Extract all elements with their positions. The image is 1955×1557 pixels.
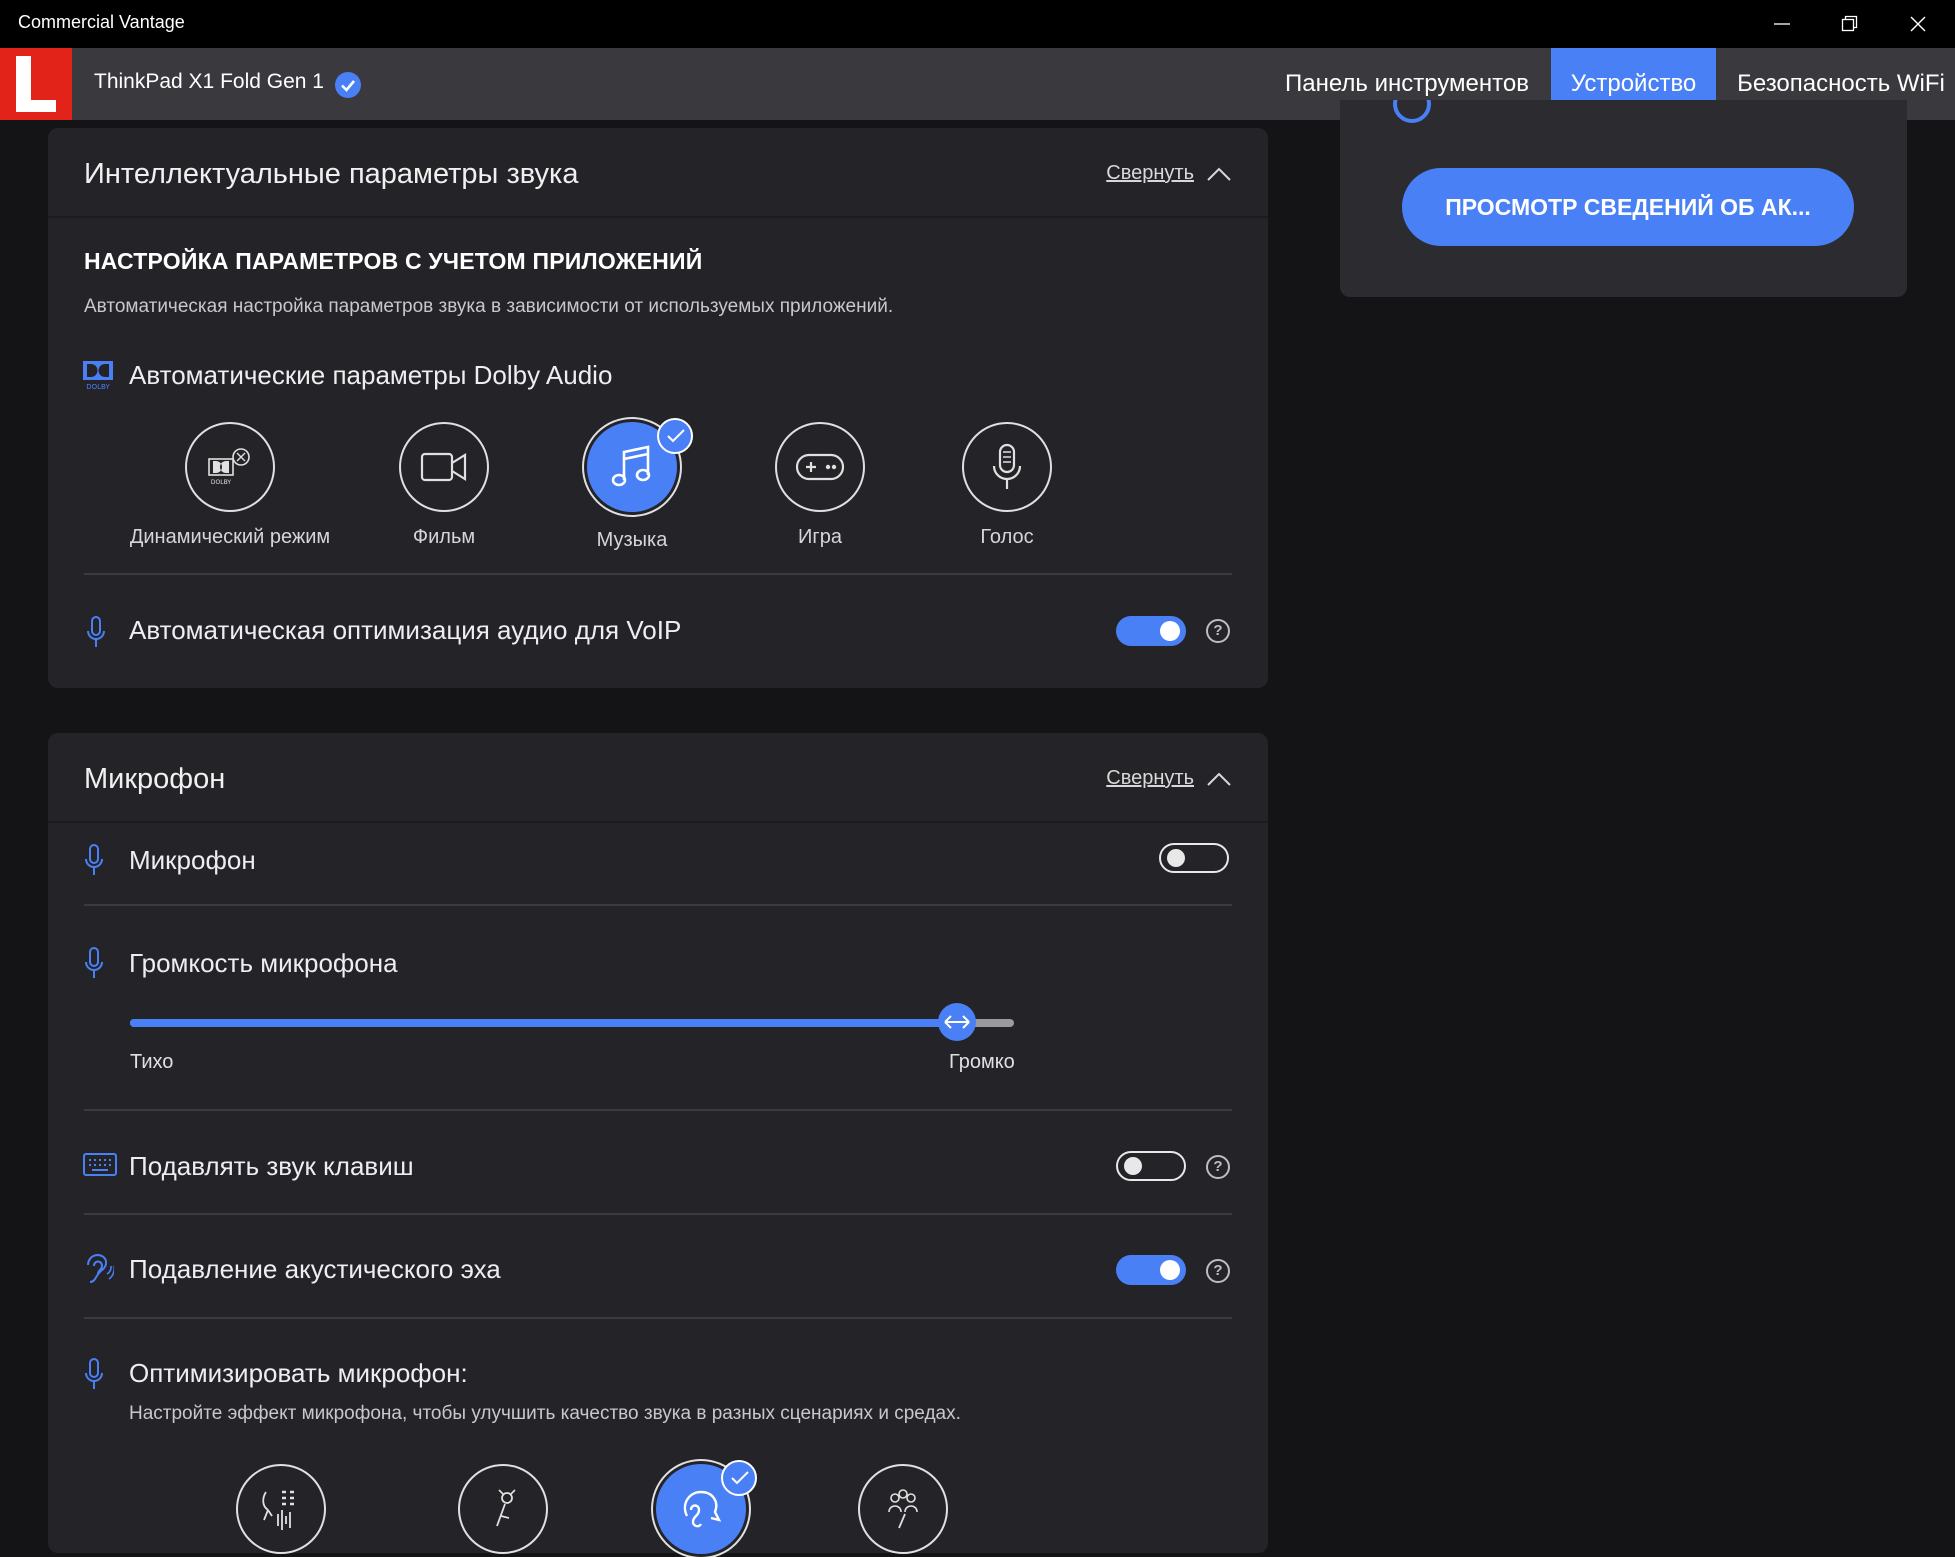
row-separator	[84, 573, 1232, 575]
mode-voice[interactable]: Голос	[902, 422, 1112, 549]
mic-volume-thumb[interactable]	[937, 1003, 976, 1041]
microphone-card-title: Микрофон	[84, 763, 226, 795]
ear-icon	[87, 1253, 114, 1283]
keyboard-icon	[83, 1153, 117, 1176]
optimize-mode-conversation[interactable]	[596, 1460, 806, 1557]
microphone-toggle[interactable]	[1159, 843, 1229, 873]
voip-toggle[interactable]	[1116, 616, 1186, 646]
echo-cancellation-toggle[interactable]	[1116, 1255, 1186, 1285]
chevron-up-icon	[1207, 167, 1231, 181]
card-divider	[48, 216, 1268, 218]
window-titlebar: Commercial Vantage	[0, 0, 1955, 48]
mic-volume-slider[interactable]	[130, 1003, 1014, 1041]
echo-cancellation-label: Подавление акустического эха	[129, 1254, 501, 1284]
microphone-card: Микрофон Свернуть Микрофон Громкость мик…	[48, 733, 1268, 1557]
keyboard-noise-help-icon[interactable]: ?	[1206, 1155, 1230, 1179]
mode-voice-label: Голос	[980, 526, 1034, 548]
minimize-button[interactable]	[1748, 0, 1816, 48]
video-camera-icon	[420, 452, 467, 482]
mic-volume-fill	[130, 1019, 957, 1027]
mode-movie-label: Фильм	[412, 526, 476, 548]
window-title: Commercial Vantage	[18, 12, 185, 32]
smart-sound-collapse-link[interactable]: Свернуть	[1106, 162, 1232, 185]
app-based-settings-heading: НАСТРОЙКА ПАРАМЕТРОВ С УЧЕТОМ ПРИЛОЖЕНИЙ	[84, 248, 703, 274]
svg-text:DOLBY: DOLBY	[211, 479, 231, 486]
optimize-mode-multiple-voices[interactable]	[798, 1464, 1008, 1554]
microphone-collapse-link[interactable]: Свернуть	[1106, 767, 1232, 790]
conversation-icon	[683, 1490, 722, 1528]
keyboard-noise-toggle[interactable]	[1116, 1151, 1186, 1181]
lenovo-l-icon	[16, 56, 56, 112]
row-separator	[84, 1213, 1232, 1215]
keyboard-noise-label: Подавлять звук клавиш	[129, 1151, 414, 1181]
optimize-mode-ring	[458, 1464, 548, 1554]
restore-icon	[1841, 15, 1858, 32]
microphone-label: Микрофон	[129, 845, 256, 875]
dolby-logo-icon: DOLBY	[83, 361, 113, 390]
voip-help-icon[interactable]: ?	[1206, 619, 1230, 643]
gamepad-icon	[795, 453, 845, 481]
mic-volume-label: Громкость микрофона	[129, 948, 398, 978]
battery-status-icon	[1393, 100, 1431, 123]
svg-text:DOLBY: DOLBY	[86, 383, 110, 390]
music-note-icon	[611, 445, 651, 487]
mode-music-label: Музыка	[596, 529, 668, 551]
volume-min-label: Тихо	[130, 1051, 174, 1073]
mode-game-ring	[775, 422, 865, 512]
optimize-mode-ring	[236, 1464, 326, 1554]
echo-cancellation-help-icon[interactable]: ?	[1206, 1259, 1230, 1283]
single-voice-icon	[496, 1489, 516, 1527]
battery-card: ПРОСМОТР СВЕДЕНИЙ ОБ АК...	[1340, 100, 1907, 297]
battery-status-peek	[1392, 100, 1832, 130]
voip-optimization-label: Автоматическая оптимизация аудио для VoI…	[129, 615, 682, 645]
mic-volume-icon	[85, 947, 103, 978]
mode-game[interactable]: Игра	[715, 422, 925, 549]
mic-icon	[85, 844, 103, 875]
collapse-label: Свернуть	[1106, 162, 1194, 184]
verified-check-icon	[335, 72, 361, 98]
mode-voice-ring	[962, 422, 1052, 512]
mode-game-label: Игра	[798, 526, 842, 548]
row-separator	[84, 1317, 1232, 1319]
voice-recognition-icon	[262, 1490, 294, 1530]
mode-dynamic[interactable]: DOLBY Динамический режим	[125, 422, 335, 549]
optimize-mode-voice-recognition[interactable]	[176, 1464, 386, 1554]
selected-check-badge	[657, 418, 693, 454]
chevron-up-icon	[1207, 772, 1231, 786]
optimize-mic-label: Оптимизировать микрофон:	[129, 1358, 468, 1388]
battery-details-button[interactable]: ПРОСМОТР СВЕДЕНИЙ ОБ АК...	[1402, 168, 1854, 246]
mode-movie-ring	[399, 422, 489, 512]
microphone-icon	[992, 443, 1022, 489]
row-separator	[84, 1109, 1232, 1111]
collapse-label: Свернуть	[1106, 767, 1194, 789]
smart-sound-title: Интеллектуальные параметры звука	[84, 158, 579, 190]
voip-mic-icon	[87, 616, 105, 647]
dolby-dynamic-icon: DOLBY	[208, 448, 250, 486]
device-name: ThinkPad X1 Fold Gen 1	[94, 70, 324, 93]
check-icon	[667, 429, 685, 443]
dolby-audio-label: Автоматические параметры Dolby Audio	[129, 360, 613, 390]
lenovo-logo[interactable]	[0, 48, 72, 120]
optimize-mode-ring	[858, 1464, 948, 1554]
mode-movie[interactable]: Фильм	[339, 422, 549, 549]
optimize-mic-icon	[85, 1358, 103, 1389]
horizontal-arrows-icon	[943, 1015, 970, 1029]
app-based-settings-description: Автоматическая настройка параметров звук…	[84, 296, 894, 317]
close-button[interactable]	[1884, 0, 1952, 48]
smart-sound-card: Интеллектуальные параметры звука Свернут…	[48, 128, 1268, 688]
selected-check-badge	[721, 1460, 757, 1496]
optimize-mic-description: Настройте эффект микрофона, чтобы улучши…	[129, 1403, 961, 1424]
restore-button[interactable]	[1816, 0, 1884, 48]
minimize-icon	[1774, 23, 1790, 25]
mode-music[interactable]: Музыка	[527, 418, 737, 552]
mode-dynamic-ring: DOLBY	[185, 422, 275, 512]
mode-dynamic-label: Динамический режим	[129, 526, 331, 548]
row-separator	[84, 904, 1232, 906]
card-divider	[48, 821, 1268, 823]
check-icon	[731, 1471, 749, 1485]
optimize-mode-single-voice[interactable]	[398, 1464, 608, 1554]
multiple-voices-icon	[888, 1489, 918, 1529]
volume-max-label: Громко	[949, 1051, 1015, 1073]
close-icon	[1910, 16, 1926, 32]
